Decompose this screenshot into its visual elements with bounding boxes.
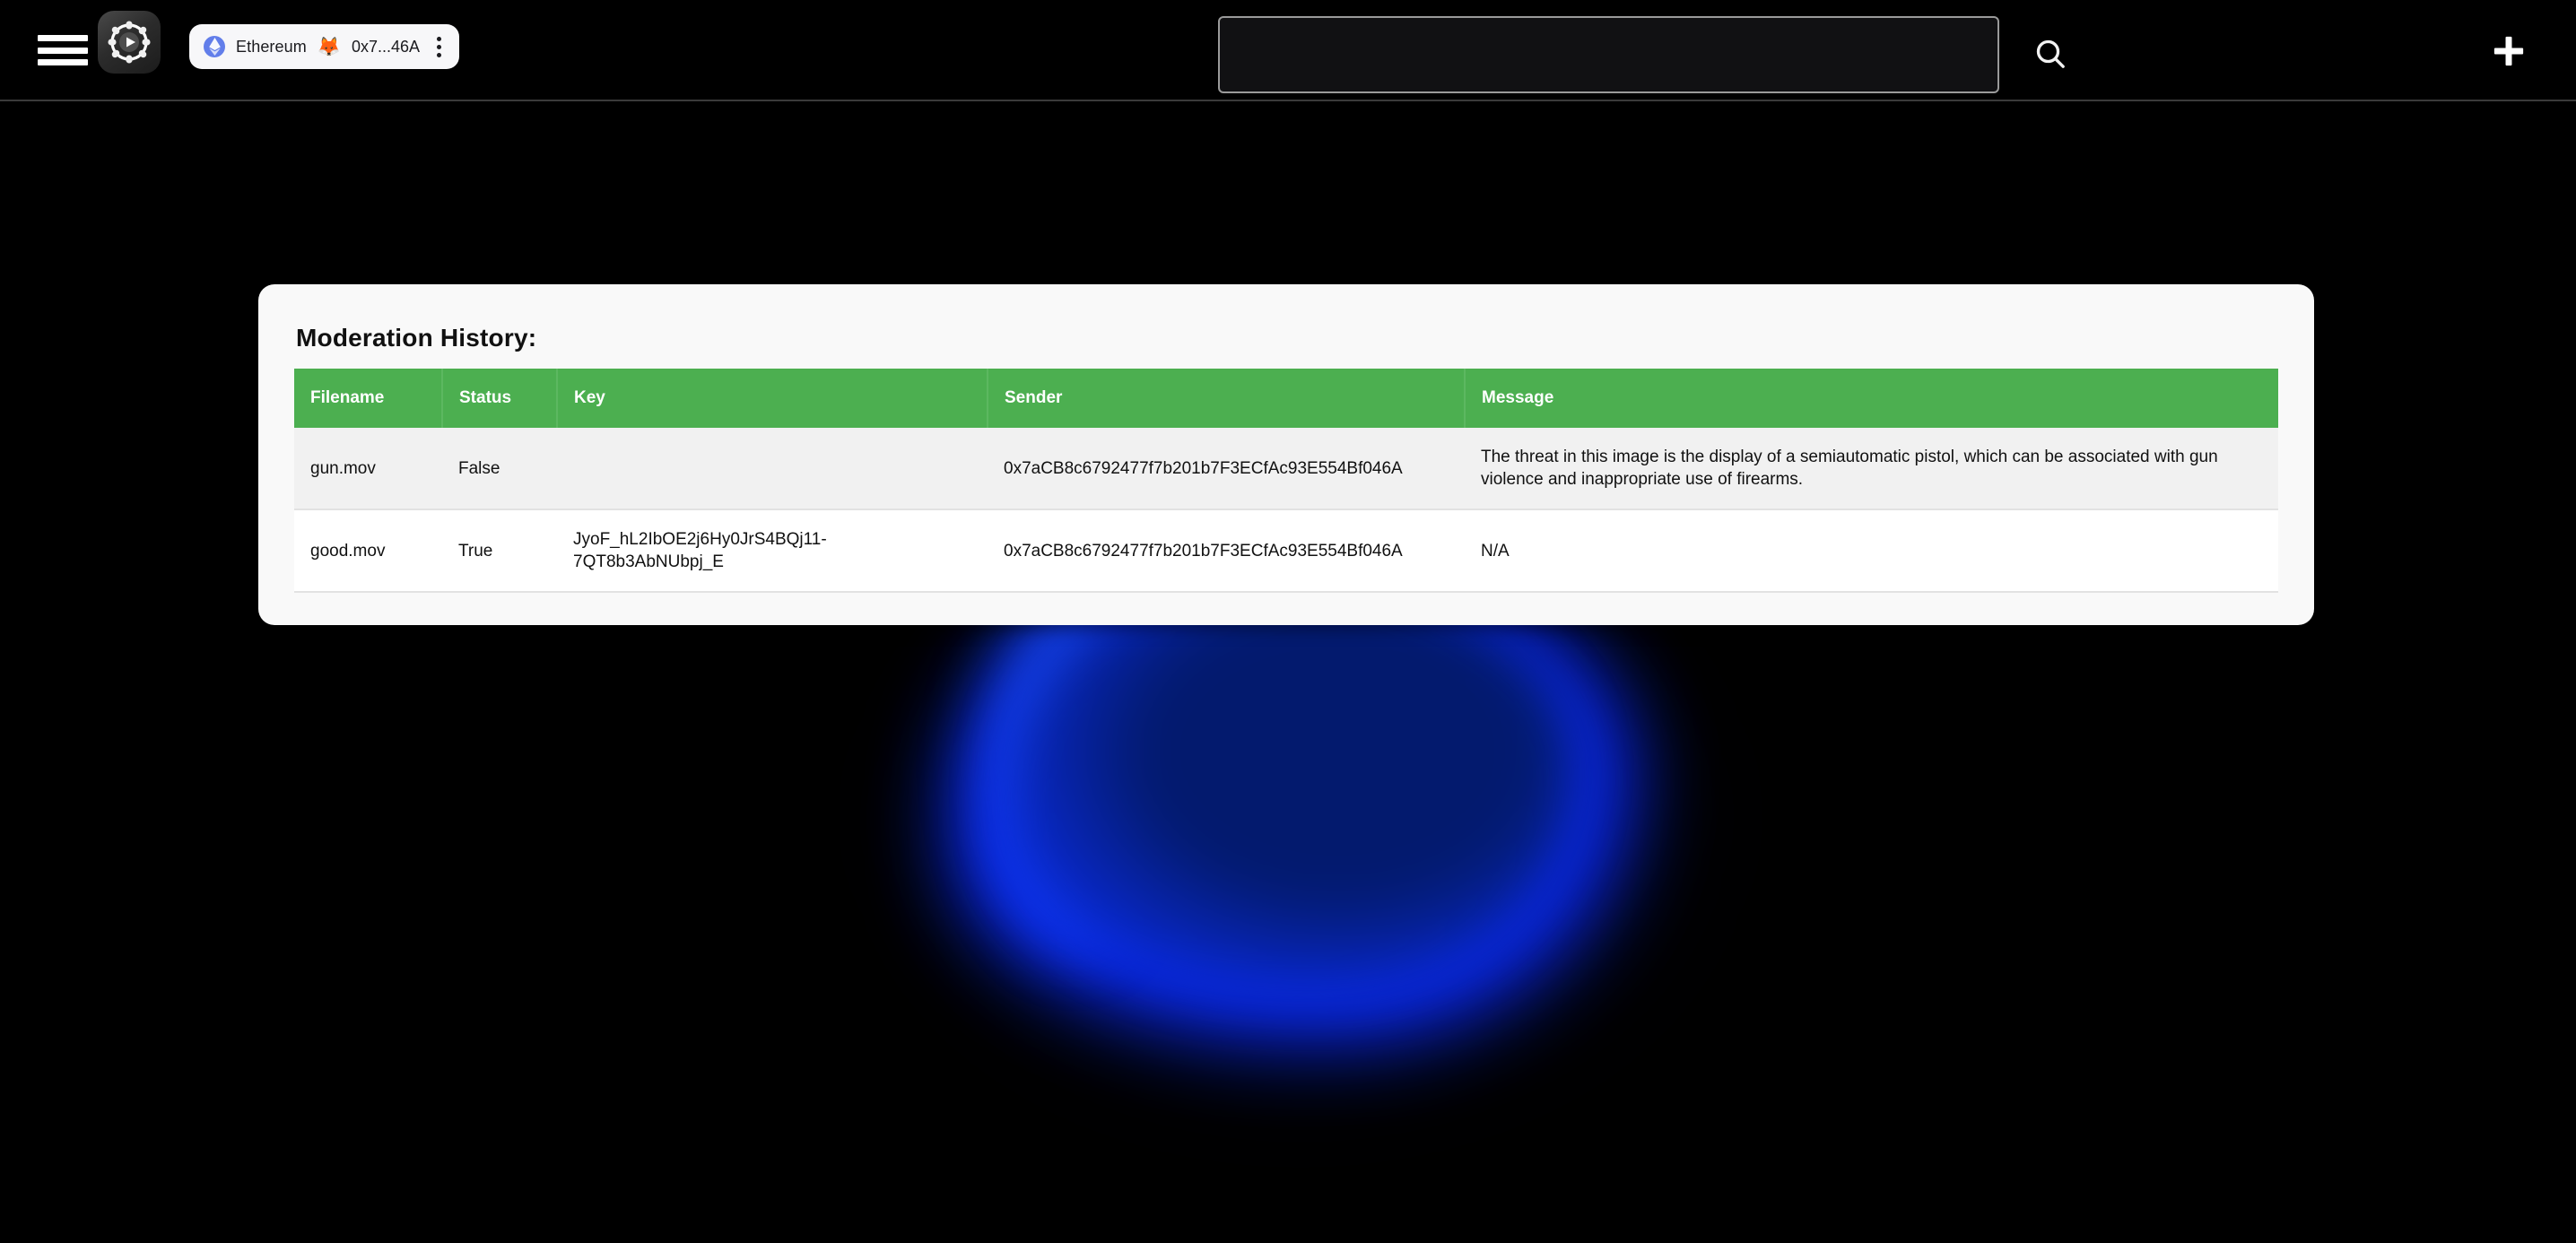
column-header-status: Status [442, 369, 558, 428]
cell-sender: 0x7aCB8c6792477f7b201b7F3ECfAc93E554Bf04… [1004, 458, 1403, 478]
top-navigation-bar: Ethereum 🦊 0x7...46A [0, 0, 2576, 101]
metamask-fox-icon: 🦊 [317, 36, 341, 57]
cell-key: JyoF_hL2IbOE2j6Hy0JrS4BQj11-7QT8b3AbNUbp… [573, 530, 827, 572]
cell-sender: 0x7aCB8c6792477f7b201b7F3ECfAc93E554Bf04… [1004, 541, 1403, 561]
cell-filename: gun.mov [310, 458, 376, 478]
plus-glyph [2493, 36, 2524, 65]
cell-key [557, 428, 988, 509]
search-input[interactable] [1218, 16, 1999, 93]
cell-message: The threat in this image is the display … [1481, 448, 2218, 490]
ethereum-glyph [208, 38, 221, 56]
blue-blob-core [1005, 574, 1579, 995]
column-header-message: Message [1482, 388, 1554, 407]
cell-filename: good.mov [310, 541, 386, 561]
cell-status: False [458, 458, 500, 478]
cell-status: True [458, 541, 493, 561]
table-body: gun.mov False 0x7aCB8c6792477f7b201b7F3E… [294, 428, 2278, 593]
ethereum-icon [204, 36, 225, 57]
plus-icon [2489, 31, 2528, 74]
search-button[interactable] [1997, 8, 2103, 101]
moderation-history-table: Filename Status Key Sender Message gun.m… [294, 369, 2278, 593]
chainplay-logo-icon[interactable] [98, 11, 161, 74]
wallet-chip[interactable]: Ethereum 🦊 0x7...46A [189, 24, 460, 69]
add-button[interactable] [2477, 27, 2540, 77]
table-row[interactable]: good.mov True JyoF_hL2IbOE2j6Hy0JrS4BQj1… [294, 509, 2278, 593]
wallet-address-label: 0x7...46A [352, 37, 421, 56]
hamburger-menu-icon[interactable] [38, 30, 90, 70]
dot [436, 36, 441, 41]
vertical-dots-icon[interactable] [431, 35, 447, 58]
column-header-filename: Filename [294, 369, 443, 428]
table-row[interactable]: gun.mov False 0x7aCB8c6792477f7b201b7F3E… [294, 428, 2278, 510]
cell-message: N/A [1481, 541, 1510, 561]
dot [436, 44, 441, 49]
search-icon [2032, 36, 2068, 74]
hamburger-bar [38, 47, 88, 54]
table-header-row: Filename Status Key Sender Message [294, 369, 2278, 428]
hamburger-bar [38, 35, 88, 41]
column-header-key: Key [557, 369, 988, 428]
moderation-history-card: Moderation History: Filename Status Key … [258, 284, 2314, 626]
column-header-sender: Sender [988, 369, 1466, 428]
table-header: Filename Status Key Sender Message [294, 369, 2278, 428]
page-title: Moderation History: [296, 324, 537, 352]
logo-glyph [108, 21, 151, 64]
dot [436, 52, 441, 57]
wallet-network-label: Ethereum [236, 37, 307, 56]
search-area [1218, 8, 2103, 101]
hamburger-bar [38, 59, 88, 65]
